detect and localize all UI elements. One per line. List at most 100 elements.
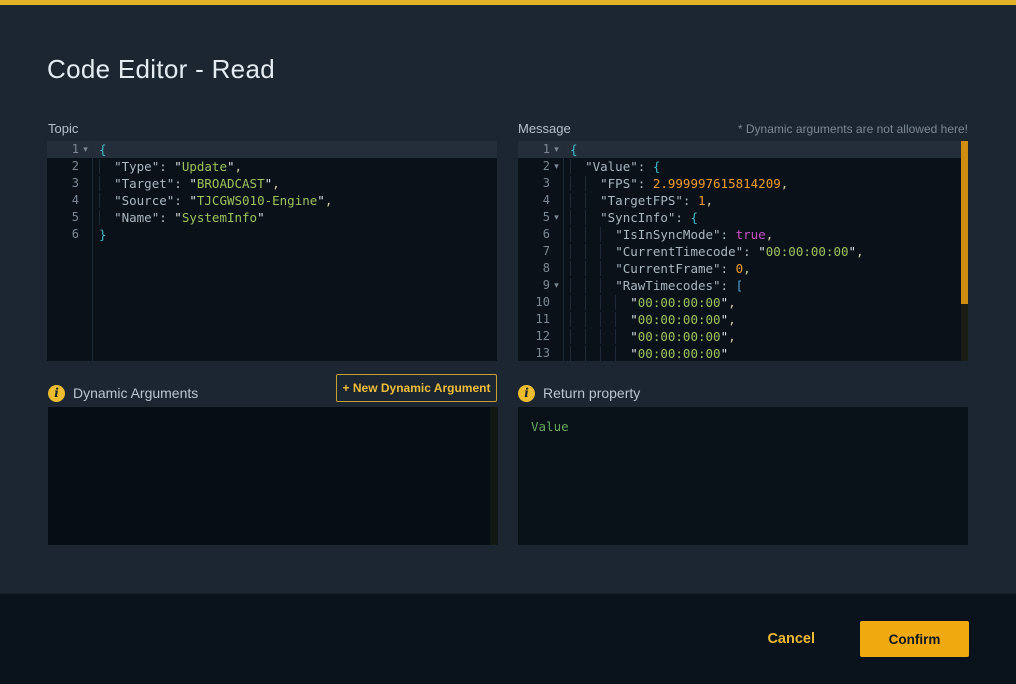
code-line: 1▾{ <box>518 141 968 158</box>
editor-scrollbar[interactable] <box>961 141 968 361</box>
line-number: 9 <box>518 277 550 294</box>
code-text: "Value": { <box>563 158 968 175</box>
fold-gutter <box>550 260 563 277</box>
topic-label: Topic <box>48 121 78 136</box>
line-number: 12 <box>518 328 550 345</box>
fold-gutter <box>550 311 563 328</box>
fold-gutter <box>79 192 92 209</box>
line-number: 3 <box>518 175 550 192</box>
code-line: 4 "TargetFPS": 1, <box>518 192 968 209</box>
info-icon: i <box>518 385 535 402</box>
fold-gutter <box>79 226 92 243</box>
fold-arrow-icon[interactable]: ▾ <box>550 158 563 175</box>
fold-arrow-icon[interactable]: ▾ <box>550 141 563 158</box>
dynamic-arguments-warning: * Dynamic arguments are not allowed here… <box>738 122 968 136</box>
dynamic-arguments-label: Dynamic Arguments <box>73 385 198 401</box>
line-number: 3 <box>47 175 79 192</box>
code-line: 5 "Name": "SystemInfo" <box>47 209 497 226</box>
code-line: 11 "00:00:00:00", <box>518 311 968 328</box>
code-text: "CurrentFrame": 0, <box>563 260 968 277</box>
code-line: 3 "Target": "BROADCAST", <box>47 175 497 192</box>
topic-code-editor[interactable]: 1▾{2 "Type": "Update",3 "Target": "BROAD… <box>47 141 497 361</box>
line-number: 6 <box>518 226 550 243</box>
code-text: "IsInSyncMode": true, <box>563 226 968 243</box>
new-dynamic-argument-button[interactable]: + New Dynamic Argument <box>336 374 497 402</box>
code-line: 3 "FPS": 2.999997615814209, <box>518 175 968 192</box>
fold-gutter <box>79 158 92 175</box>
fold-gutter <box>550 175 563 192</box>
line-number: 5 <box>47 209 79 226</box>
info-icon: i <box>48 385 65 402</box>
code-line: 1▾{ <box>47 141 497 158</box>
dynamic-arguments-header: i Dynamic Arguments <box>48 379 198 407</box>
dialog-accent-bar <box>0 0 1016 5</box>
line-number: 2 <box>518 158 550 175</box>
cancel-button[interactable]: Cancel <box>767 631 815 647</box>
line-number: 13 <box>518 345 550 361</box>
fold-gutter <box>550 192 563 209</box>
code-text: "00:00:00:00", <box>563 294 968 311</box>
code-editor-dialog: Code Editor - Read Topic 1▾{2 "Type": "U… <box>0 0 1016 684</box>
code-text: "Type": "Update", <box>92 158 497 175</box>
fold-gutter <box>550 345 563 361</box>
fold-arrow-icon[interactable]: ▾ <box>550 209 563 226</box>
message-code-editor[interactable]: 1▾{2▾ "Value": {3 "FPS": 2.9999976158142… <box>518 141 968 361</box>
code-line: 2▾ "Value": { <box>518 158 968 175</box>
line-number: 8 <box>518 260 550 277</box>
dialog-title: Code Editor - Read <box>47 54 275 85</box>
fold-gutter <box>550 328 563 345</box>
return-property-label: Return property <box>543 385 640 401</box>
line-number: 2 <box>47 158 79 175</box>
fold-gutter <box>79 175 92 192</box>
line-number: 1 <box>518 141 550 158</box>
code-text: "Name": "SystemInfo" <box>92 209 497 226</box>
line-number: 4 <box>518 192 550 209</box>
line-number: 1 <box>47 141 79 158</box>
return-property-value: Value <box>531 419 569 434</box>
return-property-header: i Return property <box>518 379 640 407</box>
code-line: 9▾ "RawTimecodes": [ <box>518 277 968 294</box>
code-text: "CurrentTimecode": "00:00:00:00", <box>563 243 968 260</box>
code-line: 13 "00:00:00:00" <box>518 345 968 361</box>
code-line: 8 "CurrentFrame": 0, <box>518 260 968 277</box>
code-text: "FPS": 2.999997615814209, <box>563 175 968 192</box>
line-number: 5 <box>518 209 550 226</box>
code-text: "RawTimecodes": [ <box>563 277 968 294</box>
dynamic-arguments-panel <box>48 407 498 545</box>
code-text: "Source": "TJCGWS010-Engine", <box>92 192 497 209</box>
code-line: 6} <box>47 226 497 243</box>
line-number: 11 <box>518 311 550 328</box>
scrollbar-thumb[interactable] <box>961 141 968 304</box>
fold-arrow-icon[interactable]: ▾ <box>550 277 563 294</box>
dynamic-arguments-scrollbar-track <box>490 407 498 545</box>
fold-gutter <box>550 243 563 260</box>
message-label: Message <box>518 121 571 136</box>
code-text: { <box>563 141 968 158</box>
code-text: "TargetFPS": 1, <box>563 192 968 209</box>
code-line: 5▾ "SyncInfo": { <box>518 209 968 226</box>
code-text: "00:00:00:00", <box>563 311 968 328</box>
code-line: 6 "IsInSyncMode": true, <box>518 226 968 243</box>
code-text: } <box>92 226 497 243</box>
line-number: 4 <box>47 192 79 209</box>
code-text: "SyncInfo": { <box>563 209 968 226</box>
fold-gutter <box>550 226 563 243</box>
fold-gutter <box>550 294 563 311</box>
code-line: 2 "Type": "Update", <box>47 158 497 175</box>
code-line: 12 "00:00:00:00", <box>518 328 968 345</box>
return-property-panel: Value <box>518 407 968 545</box>
code-line: 4 "Source": "TJCGWS010-Engine", <box>47 192 497 209</box>
fold-arrow-icon[interactable]: ▾ <box>79 141 92 158</box>
message-editor-lines: 1▾{2▾ "Value": {3 "FPS": 2.9999976158142… <box>518 141 968 361</box>
dialog-footer: Cancel Confirm <box>0 593 1016 684</box>
line-number: 10 <box>518 294 550 311</box>
line-number: 6 <box>47 226 79 243</box>
topic-editor-lines: 1▾{2 "Type": "Update",3 "Target": "BROAD… <box>47 141 497 243</box>
code-text: "Target": "BROADCAST", <box>92 175 497 192</box>
code-text: { <box>92 141 497 158</box>
confirm-button[interactable]: Confirm <box>860 621 969 657</box>
line-number: 7 <box>518 243 550 260</box>
code-line: 7 "CurrentTimecode": "00:00:00:00", <box>518 243 968 260</box>
code-text: "00:00:00:00", <box>563 328 968 345</box>
code-text: "00:00:00:00" <box>563 345 968 361</box>
